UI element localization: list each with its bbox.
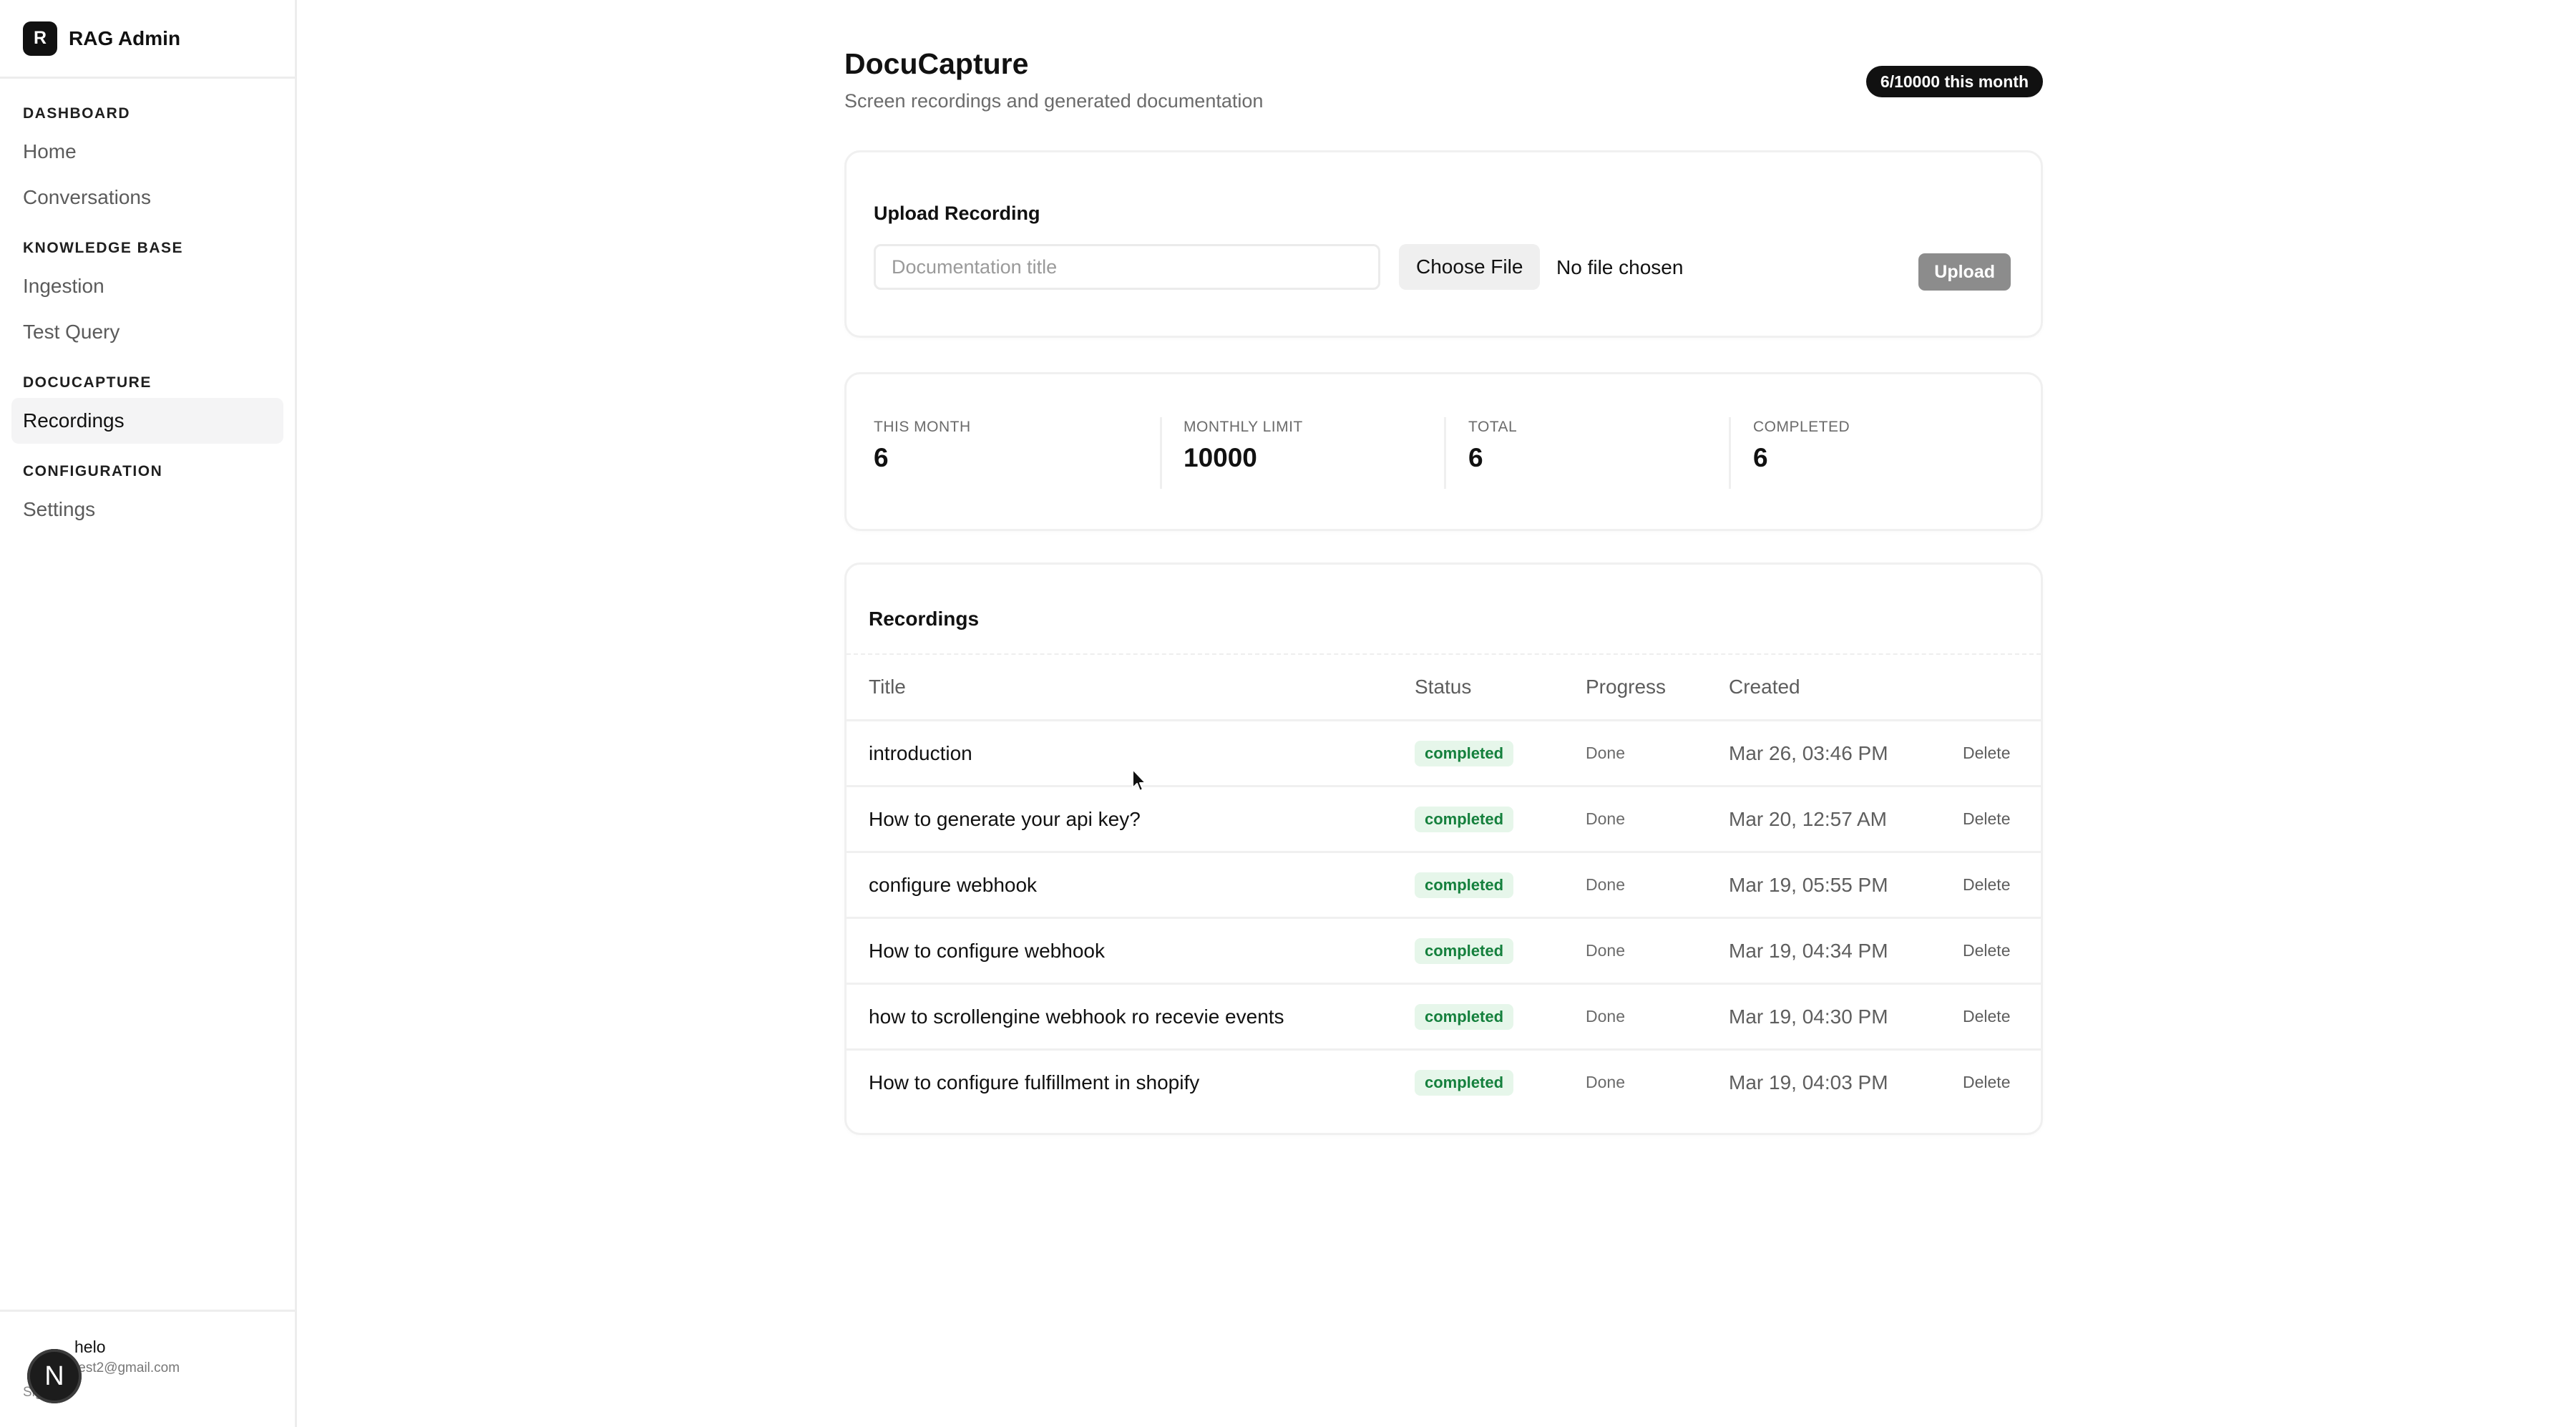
stat-monthly-limit: MONTHLY LIMIT 10000 bbox=[1184, 419, 1467, 490]
sidebar-item-home[interactable]: Home bbox=[11, 129, 283, 175]
avatar[interactable]: N bbox=[27, 1349, 82, 1403]
user-email: test2@gmail.com bbox=[74, 1360, 180, 1375]
sidebar-nav: DASHBOARD Home Conversations KNOWLEDGE B… bbox=[0, 79, 295, 532]
recordings-card: Recordings Title Status Progress Created… bbox=[844, 562, 2043, 1135]
sidebar: R RAG Admin DASHBOARD Home Conversations… bbox=[0, 0, 297, 1427]
table-row[interactable]: how to scrollengine webhook ro recevie e… bbox=[847, 983, 2041, 1048]
sidebar-item-recordings[interactable]: Recordings bbox=[11, 398, 283, 444]
status-badge: completed bbox=[1415, 740, 1514, 766]
created-date: Mar 26, 03:46 PM bbox=[1729, 741, 1888, 764]
mouse-cursor-icon bbox=[1132, 769, 1146, 792]
nav-section-docucapture: DOCUCAPTURE bbox=[23, 374, 152, 391]
progress-text: Done bbox=[1586, 1007, 1625, 1026]
delete-button[interactable]: Delete bbox=[1963, 1073, 2010, 1092]
stat-value: 6 bbox=[1468, 443, 1483, 472]
table-row[interactable]: introduction completed Done Mar 26, 03:4… bbox=[847, 719, 2041, 785]
status-badge: completed bbox=[1415, 872, 1514, 898]
user-panel: helo test2@gmail.com Sign out N bbox=[0, 1310, 295, 1427]
table-row[interactable]: How to generate your api key? completed … bbox=[847, 785, 2041, 851]
progress-text: Done bbox=[1586, 1073, 1625, 1091]
column-status: Status bbox=[1415, 676, 1472, 698]
stat-value: 6 bbox=[1753, 443, 1768, 472]
sidebar-item-test-query[interactable]: Test Query bbox=[11, 309, 283, 355]
table-row[interactable]: How to configure fulfillment in shopify … bbox=[847, 1048, 2041, 1114]
column-title: Title bbox=[869, 676, 906, 698]
page-title: DocuCapture bbox=[844, 47, 1029, 80]
status-badge: completed bbox=[1415, 806, 1514, 832]
status-badge: completed bbox=[1415, 1003, 1514, 1030]
page-subtitle: Screen recordings and generated document… bbox=[844, 90, 1264, 112]
stats-card: THIS MONTH 6 MONTHLY LIMIT 10000 TOTAL 6… bbox=[844, 372, 2043, 531]
status-badge: completed bbox=[1415, 1069, 1514, 1096]
created-date: Mar 20, 12:57 AM bbox=[1729, 807, 1888, 830]
stat-label: MONTHLY LIMIT bbox=[1184, 419, 1303, 435]
sidebar-item-settings[interactable]: Settings bbox=[11, 487, 283, 532]
recording-title[interactable]: configure webhook bbox=[869, 853, 1037, 917]
stat-completed: COMPLETED 6 bbox=[1753, 419, 2036, 490]
column-created: Created bbox=[1729, 676, 1800, 698]
stat-label: THIS MONTH bbox=[874, 419, 971, 435]
created-date: Mar 19, 04:03 PM bbox=[1729, 1071, 1888, 1094]
delete-button[interactable]: Delete bbox=[1963, 1007, 2010, 1026]
stat-divider bbox=[1729, 417, 1731, 489]
column-progress: Progress bbox=[1586, 676, 1667, 698]
upload-card: Upload Recording Choose File No file cho… bbox=[844, 150, 2043, 338]
choose-file-button[interactable]: Choose File bbox=[1399, 244, 1541, 290]
documentation-title-input[interactable] bbox=[874, 244, 1380, 290]
stat-value: 6 bbox=[874, 443, 889, 472]
recording-title[interactable]: introduction bbox=[869, 721, 972, 785]
stat-this-month: THIS MONTH 6 bbox=[874, 419, 1157, 490]
created-date: Mar 19, 04:34 PM bbox=[1729, 939, 1888, 962]
sidebar-item-conversations[interactable]: Conversations bbox=[11, 175, 283, 220]
stat-label: TOTAL bbox=[1468, 419, 1518, 435]
progress-text: Done bbox=[1586, 809, 1625, 828]
table-row[interactable]: How to configure webhook completed Done … bbox=[847, 917, 2041, 983]
upload-button[interactable]: Upload bbox=[1918, 253, 2011, 291]
nav-section-knowledge-base: KNOWLEDGE BASE bbox=[23, 240, 184, 256]
brand[interactable]: R RAG Admin bbox=[0, 0, 295, 79]
recording-title[interactable]: How to configure webhook bbox=[869, 919, 1105, 983]
app-logo: R bbox=[23, 21, 57, 56]
recordings-heading: Recordings bbox=[869, 608, 980, 630]
recording-title[interactable]: How to configure fulfillment in shopify bbox=[869, 1051, 1199, 1114]
delete-button[interactable]: Delete bbox=[1963, 941, 2010, 960]
created-date: Mar 19, 05:55 PM bbox=[1729, 873, 1888, 896]
progress-text: Done bbox=[1586, 744, 1625, 762]
table-header: Title Status Progress Created bbox=[847, 653, 2041, 719]
created-date: Mar 19, 04:30 PM bbox=[1729, 1005, 1888, 1028]
recording-title[interactable]: how to scrollengine webhook ro recevie e… bbox=[869, 985, 1284, 1048]
upload-heading: Upload Recording bbox=[874, 203, 1040, 224]
stat-value: 10000 bbox=[1184, 443, 1257, 472]
recordings-table: Title Status Progress Created introducti… bbox=[847, 653, 2041, 1114]
delete-button[interactable]: Delete bbox=[1963, 809, 2010, 829]
recording-title[interactable]: How to generate your api key? bbox=[869, 787, 1141, 851]
user-name: helo bbox=[74, 1338, 106, 1356]
stat-label: COMPLETED bbox=[1753, 419, 1850, 435]
progress-text: Done bbox=[1586, 941, 1625, 960]
delete-button[interactable]: Delete bbox=[1963, 744, 2010, 763]
delete-button[interactable]: Delete bbox=[1963, 875, 2010, 895]
nav-section-dashboard: DASHBOARD bbox=[23, 105, 130, 122]
stat-total: TOTAL 6 bbox=[1468, 419, 1752, 490]
stat-divider bbox=[1160, 417, 1162, 489]
stat-divider bbox=[1444, 417, 1446, 489]
nav-section-configuration: CONFIGURATION bbox=[23, 463, 163, 479]
app-name: RAG Admin bbox=[69, 26, 181, 49]
sidebar-item-ingestion[interactable]: Ingestion bbox=[11, 263, 283, 309]
status-badge: completed bbox=[1415, 937, 1514, 964]
progress-text: Done bbox=[1586, 875, 1625, 894]
table-row[interactable]: configure webhook completed Done Mar 19,… bbox=[847, 851, 2041, 917]
usage-badge: 6/10000 this month bbox=[1865, 66, 2043, 97]
file-status-text: No file chosen bbox=[1556, 256, 1684, 278]
